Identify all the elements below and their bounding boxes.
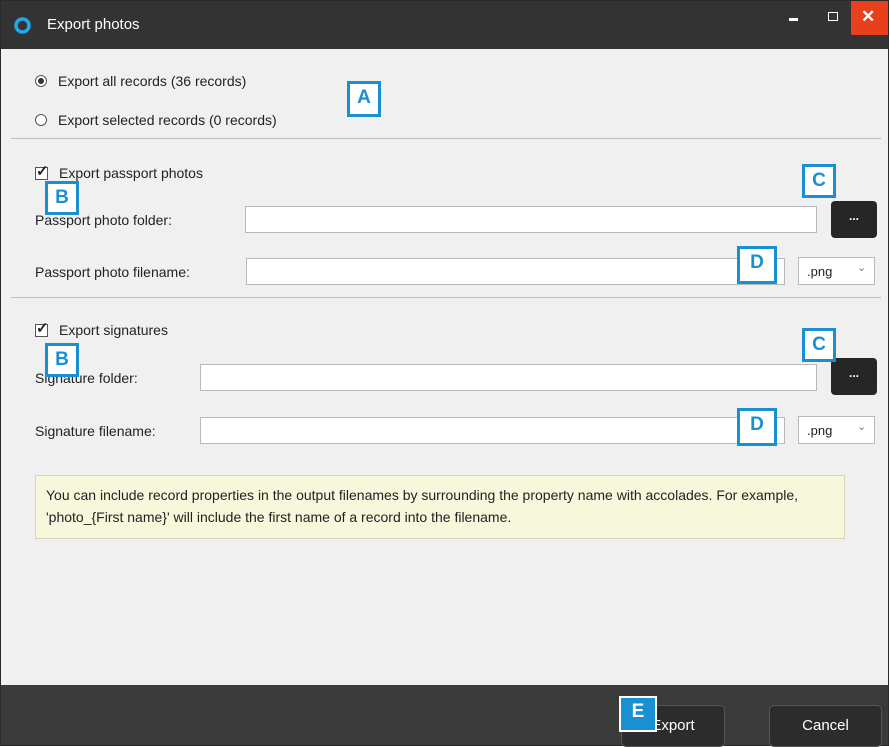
radio-export-selected[interactable]: Export selected records (0 records)	[35, 110, 277, 130]
checkbox[interactable]	[35, 163, 49, 181]
chevron-down-icon: ⌄	[857, 421, 867, 433]
minimize-button[interactable]	[777, 1, 811, 35]
annotation-c: C	[802, 328, 836, 362]
export-signatures-checkbox[interactable]: Export signatures	[35, 320, 168, 340]
export-passport-photos-checkbox[interactable]: Export passport photos	[35, 163, 203, 183]
signature-browse-button[interactable]: ...	[831, 358, 877, 395]
maximize-icon	[828, 12, 838, 21]
passport-filename-input[interactable]	[246, 258, 785, 285]
checkbox[interactable]	[35, 320, 49, 338]
filename-info-note: You can include record properties in the…	[35, 475, 845, 539]
format-value: .png	[807, 264, 833, 279]
radio-export-all[interactable]: Export all records (36 records)	[35, 71, 246, 91]
cancel-button[interactable]: Cancel	[769, 705, 882, 747]
passport-format-select[interactable]: .png ⌄	[798, 257, 875, 285]
signature-folder-input[interactable]	[200, 364, 817, 391]
divider	[11, 297, 881, 298]
radio-button[interactable]	[35, 75, 47, 87]
annotation-b: B	[45, 181, 79, 215]
app-logo-icon	[14, 17, 31, 34]
radio-label: Export selected records (0 records)	[58, 112, 277, 128]
annotation-e: E	[619, 696, 657, 732]
annotation-d: D	[737, 408, 777, 446]
annotation-a: A	[347, 81, 381, 117]
radio-button[interactable]	[35, 114, 47, 126]
radio-label: Export all records (36 records)	[58, 73, 247, 89]
annotation-b: B	[45, 343, 79, 377]
signature-format-select[interactable]: .png ⌄	[798, 416, 875, 444]
export-photos-dialog: Export photos ✕ Export all records (36 r…	[0, 0, 889, 747]
close-button[interactable]: ✕	[851, 1, 888, 35]
checkbox-label: Export passport photos	[59, 165, 203, 181]
signature-filename-input[interactable]	[200, 417, 785, 444]
window-title: Export photos	[47, 16, 140, 33]
passport-browse-button[interactable]: ...	[831, 201, 877, 238]
chevron-down-icon: ⌄	[857, 262, 867, 274]
passport-folder-input[interactable]	[245, 206, 817, 233]
divider	[11, 138, 881, 139]
minimize-icon	[789, 18, 798, 21]
close-icon: ✕	[861, 7, 876, 26]
maximize-button[interactable]	[816, 1, 850, 35]
signature-filename-label: Signature filename:	[35, 423, 156, 439]
checkbox-label: Export signatures	[59, 322, 168, 338]
annotation-d: D	[737, 246, 777, 284]
passport-filename-label: Passport photo filename:	[35, 264, 190, 280]
title-bar[interactable]: Export photos ✕	[1, 1, 888, 49]
dialog-footer: Export Cancel	[1, 685, 888, 747]
annotation-c: C	[802, 164, 836, 198]
format-value: .png	[807, 423, 833, 438]
